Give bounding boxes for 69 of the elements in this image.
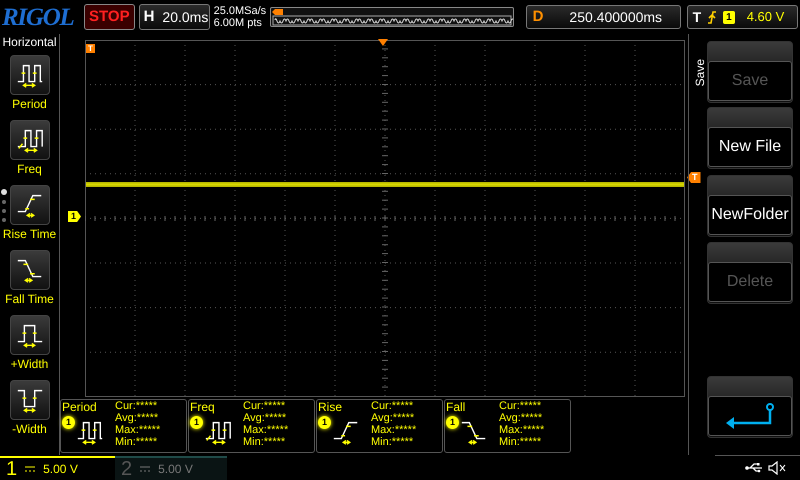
measurement-stat: Avg:*****	[115, 412, 160, 424]
measure-label: Fall Time	[5, 292, 54, 306]
measurement-stat: Min:*****	[243, 436, 286, 448]
channel-badge: 1	[318, 416, 331, 429]
sample-rate: 25.0MSa/s	[214, 5, 266, 17]
channel-tab[interactable]: 2 5.00 V	[115, 456, 227, 480]
timebase-panel[interactable]: H 20.0ms	[138, 4, 210, 30]
channel-scale: 5.00 V	[158, 461, 193, 478]
trigger-position-marker: T	[86, 44, 95, 53]
measurement-stat: Cur:*****	[243, 400, 286, 412]
trigger-level-marker: T	[687, 172, 700, 183]
measurement-name: Rise	[318, 400, 344, 414]
measurement-stat: Min:*****	[115, 436, 158, 448]
brand-logo: RIGOL	[2, 4, 75, 30]
delay-panel[interactable]: D 250.400000ms	[526, 5, 681, 29]
measurement-stat: Avg:*****	[243, 412, 288, 424]
dc-coupling-icon	[25, 466, 36, 472]
measurement-stat: Max:*****	[243, 424, 288, 436]
menu-button[interactable]: New File	[708, 127, 792, 167]
measure-label: Rise Time	[2, 227, 56, 241]
usb-icon	[745, 463, 763, 473]
channel-badge: 1	[190, 416, 203, 429]
measurement-stat: Cur:*****	[371, 400, 414, 412]
measure-button[interactable]	[10, 55, 50, 95]
trigger-level: 4.60 V	[746, 8, 784, 26]
trigger-panel[interactable]: T 1 4.60 V	[686, 5, 798, 29]
measure-button[interactable]	[10, 315, 50, 355]
timebase-value: 20.0ms	[162, 8, 208, 26]
speaker-muted-icon	[768, 461, 786, 475]
measurement-stat: Avg:*****	[499, 412, 544, 424]
trigger-channel-badge: 1	[723, 10, 735, 24]
measurement-name: Period	[62, 400, 98, 414]
measure-button[interactable]	[10, 380, 50, 420]
measurement-stat: Cur:*****	[499, 400, 542, 412]
run-stop-indicator[interactable]: STOP	[84, 4, 135, 30]
measure-button[interactable]	[10, 120, 50, 160]
menu-title: Save	[692, 59, 708, 86]
dc-coupling-icon	[140, 466, 150, 472]
trigger-label: T	[692, 8, 702, 26]
menu-button[interactable]: NewFolder	[708, 195, 792, 235]
channel-marker: 1	[68, 211, 82, 222]
back-button[interactable]	[708, 396, 792, 436]
channel-scale: 5.00 V	[43, 461, 78, 478]
measurement-stat: Max:*****	[115, 424, 160, 436]
menu-title: Horizontal	[2, 34, 57, 51]
channel-number: 1	[6, 459, 18, 479]
delay-label: D	[532, 6, 544, 27]
memory-depth: 6.00M pts	[214, 17, 263, 29]
measurement-name: Freq	[190, 400, 216, 414]
timebase-label: H	[144, 6, 154, 27]
measurement-stat: Avg:*****	[371, 412, 416, 424]
measurement-stat: Max:*****	[499, 424, 544, 436]
measure-label: Freq	[17, 162, 42, 176]
measure-button[interactable]	[10, 185, 50, 225]
measure-button[interactable]	[10, 250, 50, 290]
channel-number: 2	[121, 459, 132, 479]
channel-badge: 1	[446, 416, 459, 429]
measurement-name: Fall	[446, 400, 466, 414]
measure-label: -Width	[12, 422, 47, 436]
rising-edge-icon	[707, 10, 718, 24]
measure-label: Period	[12, 97, 47, 111]
measure-label: +Width	[10, 357, 48, 371]
delay-value: 250.400000ms	[569, 8, 662, 26]
measurement-stat: Cur:*****	[115, 400, 158, 412]
measurement-stat: Min:*****	[371, 436, 414, 448]
measurement-stat: Min:*****	[499, 436, 542, 448]
measurement-stat: Max:*****	[371, 424, 416, 436]
channel-badge: 1	[62, 416, 75, 429]
trigger-position-icon	[378, 39, 388, 46]
